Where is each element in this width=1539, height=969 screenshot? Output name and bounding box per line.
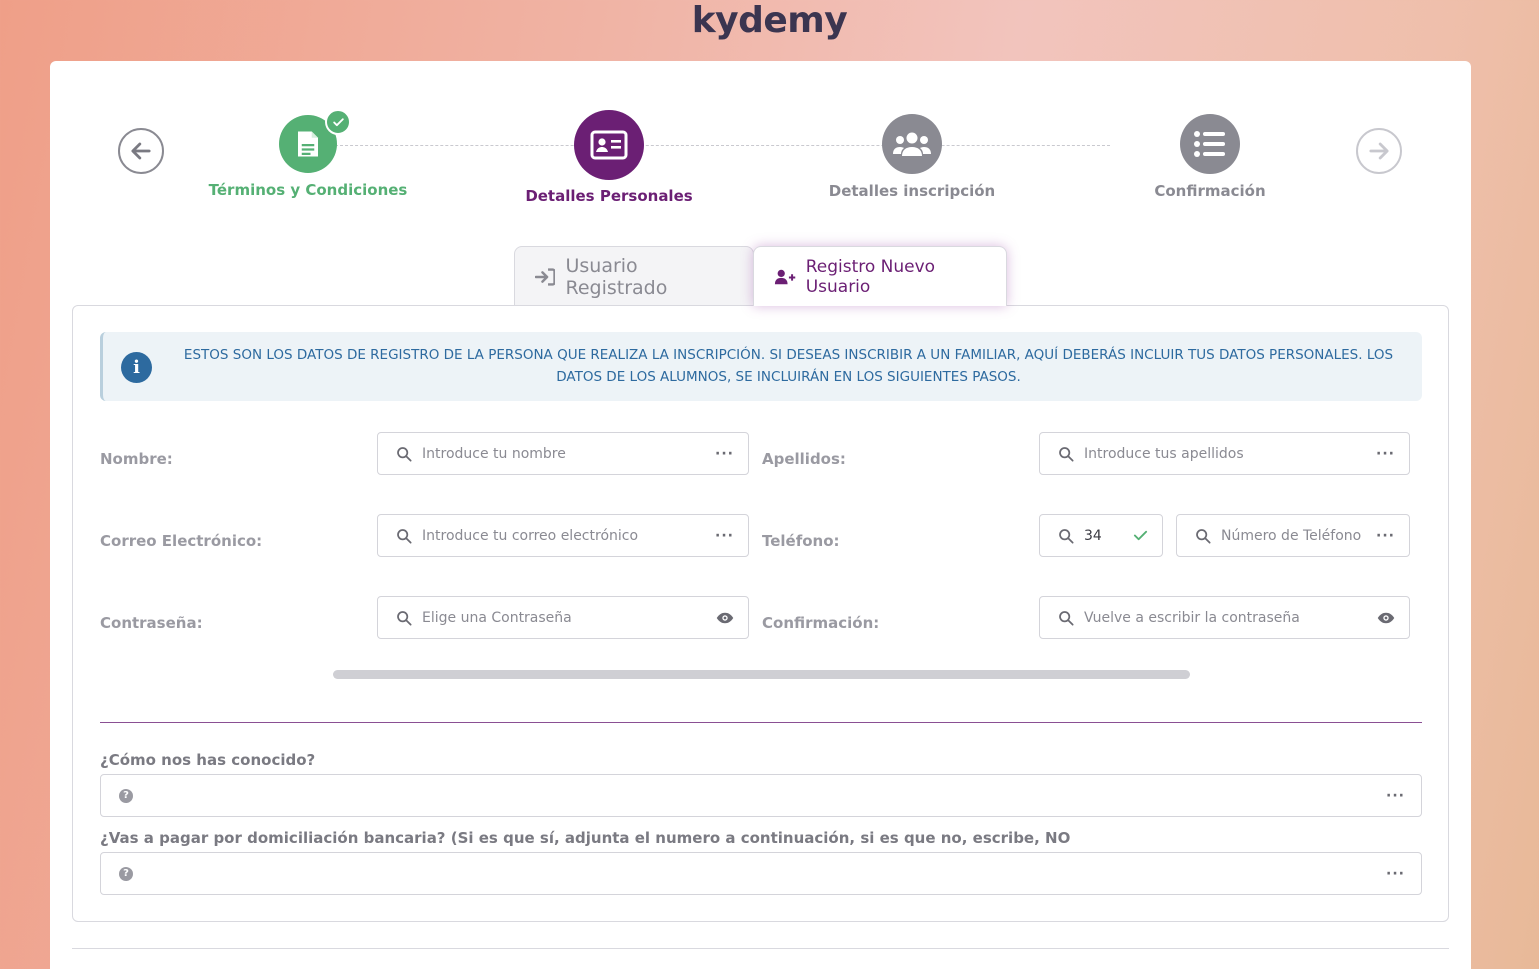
user-plus-icon <box>774 269 796 284</box>
id-card-icon <box>590 130 628 160</box>
info-text: ESTOS SON LOS DATOS DE REGISTRO DE LA PE… <box>183 347 1394 385</box>
help-icon[interactable]: ? <box>119 788 133 803</box>
question-how-found-label: ¿Cómo nos has conocido? <box>100 751 316 769</box>
step-personal-details[interactable]: Detalles Personales <box>499 110 719 205</box>
next-step-button[interactable] <box>1356 128 1402 174</box>
question-direct-debit-label: ¿Vas a pagar por domiciliación bancaria?… <box>100 829 1071 847</box>
confirm-label: Confirmación: <box>762 614 880 632</box>
eye-icon[interactable] <box>1377 611 1395 625</box>
more-icon[interactable]: ··· <box>1376 528 1395 544</box>
search-icon <box>1196 528 1211 544</box>
tab-registered-label: Usuario Registrado <box>565 254 668 299</box>
phone-label: Teléfono: <box>762 532 840 550</box>
more-icon[interactable]: ··· <box>715 528 734 544</box>
name-field[interactable]: Introduce tu nombre ··· <box>377 432 749 475</box>
email-label: Correo Electrónico: <box>100 532 263 550</box>
step-confirmation[interactable]: Confirmación <box>1100 114 1320 200</box>
confirm-password-field[interactable]: Vuelve a escribir la contraseña <box>1039 596 1410 639</box>
search-icon <box>397 446 412 462</box>
confirm-placeholder: Vuelve a escribir la contraseña <box>1084 609 1300 626</box>
section-divider <box>100 722 1422 723</box>
question-how-found-field[interactable]: ? ··· <box>100 774 1422 817</box>
footer-divider <box>72 948 1449 949</box>
step-enrollment-label: Detalles inscripción <box>828 182 996 200</box>
search-icon <box>1059 446 1074 462</box>
surname-placeholder: Introduce tus apellidos <box>1084 445 1244 462</box>
registration-panel: i ESTOS SON LOS DATOS DE REGISTRO DE LA … <box>72 305 1449 922</box>
question-direct-debit-field[interactable]: ? ··· <box>100 852 1422 895</box>
search-icon <box>397 610 412 626</box>
phone-prefix-value: 34 <box>1084 527 1102 544</box>
step-enrollment-details[interactable]: Detalles inscripción <box>802 114 1022 200</box>
step-terms-label: Términos y Condiciones <box>208 181 408 199</box>
more-icon[interactable]: ··· <box>715 446 734 462</box>
step-confirmation-circle <box>1180 114 1240 174</box>
tab-registered-user[interactable]: Usuario Registrado <box>514 246 754 306</box>
step-personal-label: Detalles Personales <box>525 187 693 205</box>
phone-number-field[interactable]: Número de Teléfono ··· <box>1176 514 1410 557</box>
completed-check-icon <box>325 109 351 135</box>
enrollment-card: Términos y Condiciones Detalles Personal… <box>50 61 1471 969</box>
search-icon <box>397 528 412 544</box>
eye-icon[interactable] <box>716 611 734 625</box>
phone-prefix-field[interactable]: 34 <box>1039 514 1163 557</box>
more-icon[interactable]: ··· <box>1386 788 1405 804</box>
password-placeholder: Elige una Contraseña <box>422 609 572 626</box>
tab-new-user[interactable]: Registro Nuevo Usuario <box>753 246 1007 306</box>
step-personal-circle <box>574 110 644 180</box>
surname-label: Apellidos: <box>762 450 846 468</box>
brand-logo: kydemy <box>691 0 848 41</box>
step-terms[interactable]: Términos y Condiciones <box>198 109 418 199</box>
document-icon <box>298 131 318 157</box>
search-icon <box>1059 528 1074 544</box>
password-label: Contraseña: <box>100 614 203 632</box>
phone-number-placeholder: Número de Teléfono <box>1221 527 1362 544</box>
help-icon[interactable]: ? <box>119 866 133 881</box>
previous-step-button[interactable] <box>118 128 164 174</box>
arrow-right-icon <box>1369 142 1389 160</box>
name-label: Nombre: <box>100 450 173 468</box>
info-icon: i <box>121 352 152 383</box>
surname-field[interactable]: Introduce tus apellidos ··· <box>1039 432 1410 475</box>
password-field[interactable]: Elige una Contraseña <box>377 596 749 639</box>
arrow-left-icon <box>131 142 151 160</box>
check-icon <box>1133 530 1148 541</box>
email-placeholder: Introduce tu correo electrónico <box>422 527 639 544</box>
list-icon <box>1194 131 1225 157</box>
users-icon <box>893 132 931 156</box>
horizontal-scrollbar[interactable] <box>333 670 1190 679</box>
step-terms-circle <box>279 109 351 173</box>
name-placeholder: Introduce tu nombre <box>422 445 566 462</box>
more-icon[interactable]: ··· <box>1386 866 1405 882</box>
tab-new-label: Registro Nuevo Usuario <box>805 256 936 297</box>
step-enrollment-circle <box>882 114 942 174</box>
email-field[interactable]: Introduce tu correo electrónico ··· <box>377 514 749 557</box>
step-confirmation-label: Confirmación <box>1154 182 1266 200</box>
more-icon[interactable]: ··· <box>1376 446 1395 462</box>
sign-in-icon <box>535 267 556 286</box>
info-alert: i ESTOS SON LOS DATOS DE REGISTRO DE LA … <box>100 332 1422 401</box>
search-icon <box>1059 610 1074 626</box>
